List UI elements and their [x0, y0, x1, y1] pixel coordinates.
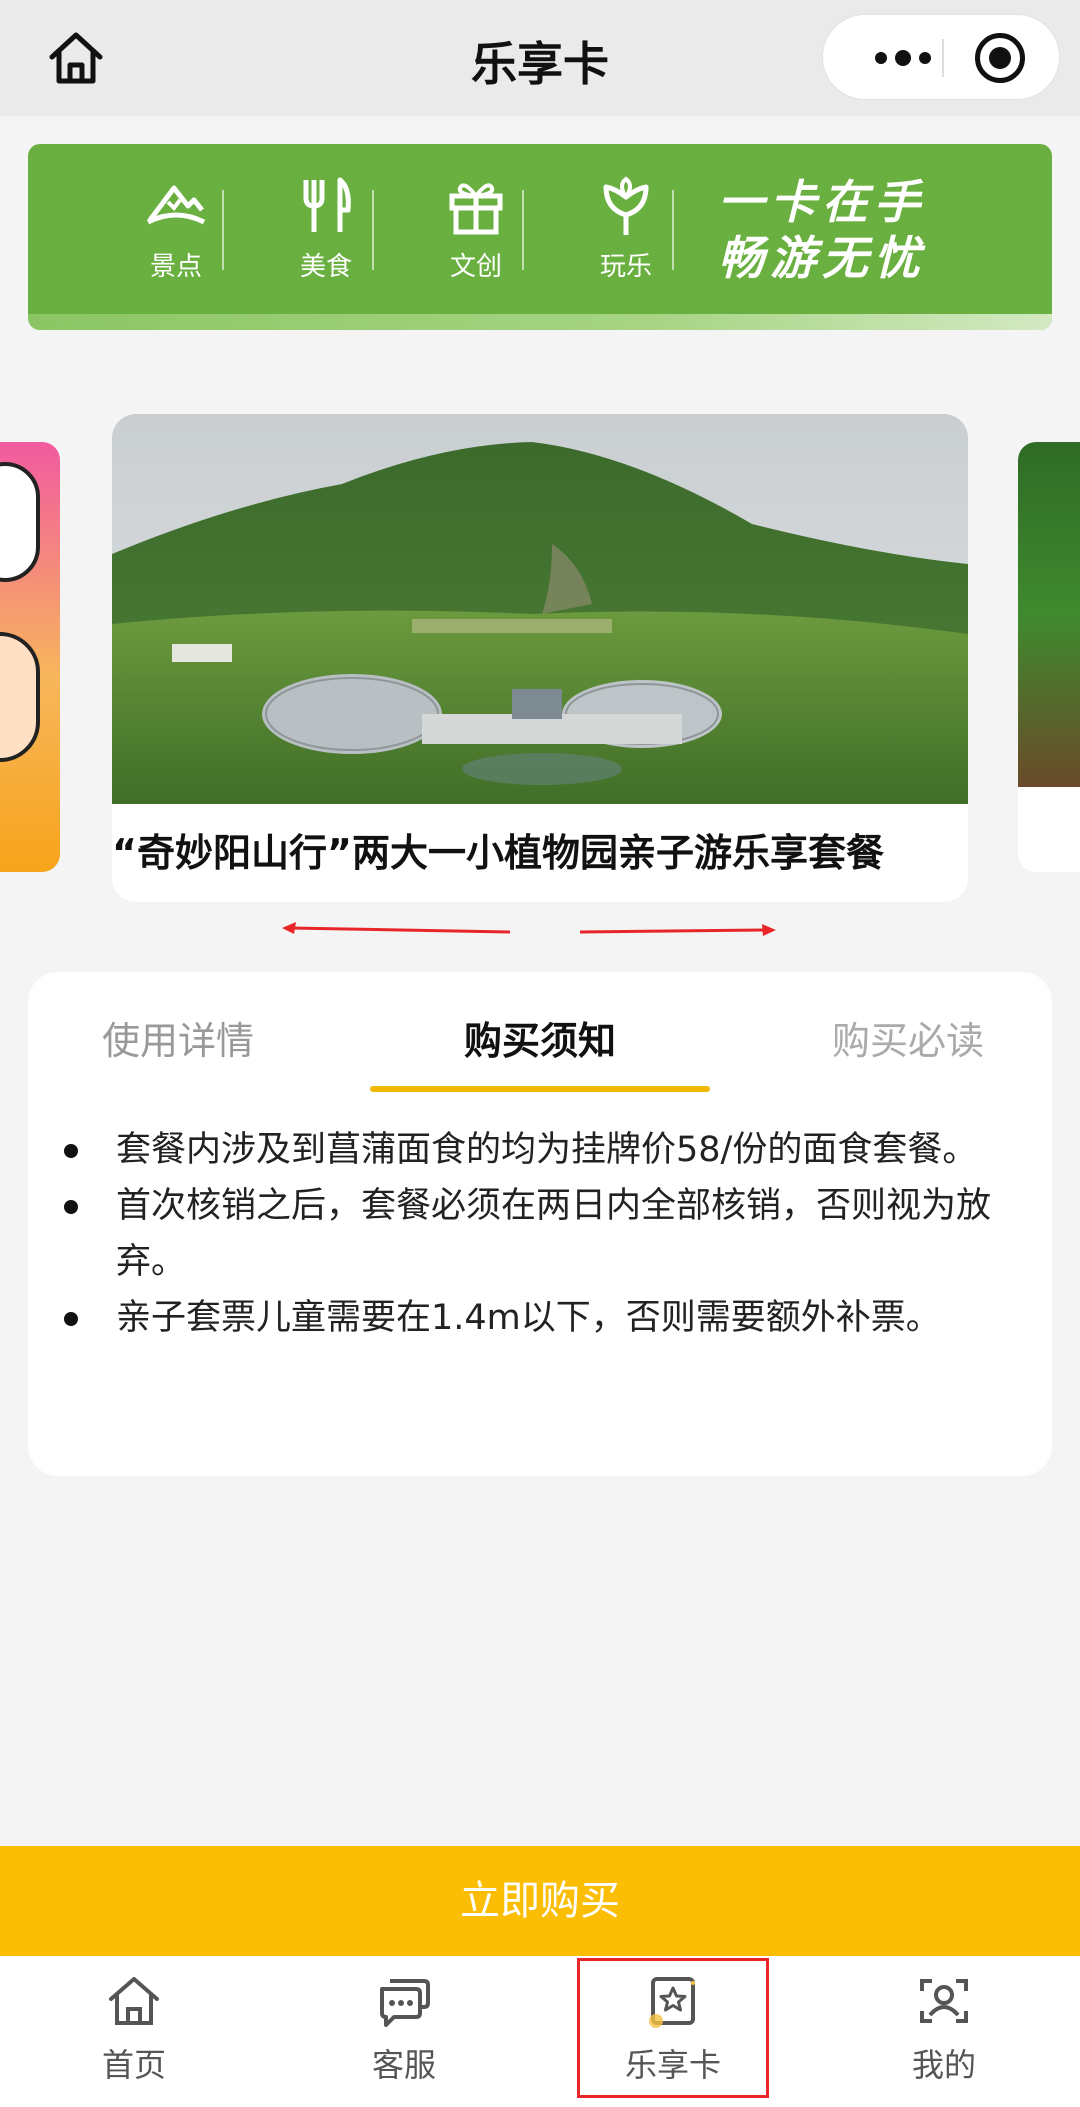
list-item: 套餐内涉及到菖蒲面食的均为挂牌价58/份的面食套餐。 — [64, 1122, 1046, 1178]
tab-label: 首页 — [101, 2046, 166, 2084]
buy-now-button[interactable]: 立即购买 — [0, 1846, 1080, 1956]
info-panel: 使用详情 购买须知 购买必读 套餐内涉及到菖蒲面食的均为挂牌价58/份的面食套餐… — [28, 972, 1052, 1476]
tab-label: 客服 — [371, 2046, 436, 2084]
slogan-line: 畅游无忧 — [718, 231, 926, 285]
category-label: 景点 — [149, 252, 202, 282]
divider — [522, 190, 524, 270]
botanical-garden-photo — [112, 414, 968, 804]
banner-strip — [28, 314, 1052, 330]
tab-must-read[interactable]: 购买必读 — [758, 1010, 1058, 1065]
tab-mine[interactable]: 我的 — [844, 1968, 1044, 2098]
tab-purchase-notice[interactable]: 购买须知 — [390, 1010, 690, 1065]
notice-list: 套餐内涉及到菖蒲面食的均为挂牌价58/份的面食套餐。 首次核销之后，套餐必须在两… — [64, 1122, 1046, 1346]
top-nav-bar: 乐享卡 — [0, 0, 1080, 116]
tulip-icon — [566, 174, 686, 238]
home-icon[interactable] — [40, 24, 112, 92]
slogan-line: 一卡在手 — [718, 175, 926, 229]
category-label: 美食 — [299, 252, 352, 282]
list-item: 首次核销之后，套餐必须在两日内全部核销，否则视为放弃。 — [64, 1178, 1046, 1290]
cartoon-figure — [0, 632, 40, 762]
tab-usage-details[interactable]: 使用详情 — [28, 1010, 328, 1065]
carousel-card-title: “奇妙阳山行”两大一小植物园亲子游乐享套餐 — [112, 831, 884, 875]
category-label: 玩乐 — [599, 252, 652, 282]
more-dots-icon[interactable] — [853, 37, 953, 79]
promo-banner: 景点 美食 文创 玩乐 一卡在手 畅游无忧 — [28, 144, 1052, 330]
bottom-tab-bar: 首页 客服 乐享卡 我的 — [0, 1956, 1080, 2107]
category-label: 文创 — [449, 252, 502, 282]
chat-icon — [304, 1968, 504, 2034]
tab-customer-service[interactable]: 客服 — [304, 1968, 504, 2098]
active-tab-highlight-box — [577, 1958, 769, 2098]
capsule-divider — [942, 39, 944, 77]
profile-icon — [844, 1968, 1044, 2034]
category-food[interactable]: 美食 — [266, 174, 386, 294]
active-tab-indicator — [370, 1086, 710, 1092]
cartoon-figure — [0, 462, 40, 582]
tree-photo — [1018, 442, 1080, 787]
fork-knife-icon — [266, 174, 386, 238]
home-icon — [34, 1968, 234, 2034]
divider — [672, 190, 674, 270]
category-scenic[interactable]: 景点 — [116, 174, 236, 294]
mini-program-capsule — [822, 14, 1060, 100]
divider — [222, 190, 224, 270]
target-circle-icon[interactable] — [975, 33, 1025, 83]
carousel-card-active[interactable]: “奇妙阳山行”两大一小植物园亲子游乐享套餐 — [112, 414, 968, 902]
mountain-icon — [116, 174, 236, 238]
list-item: 亲子套票儿童需要在1.4m以下，否则需要额外补票。 — [64, 1290, 1046, 1346]
tab-home[interactable]: 首页 — [34, 1968, 234, 2098]
carousel-card-prev[interactable] — [0, 442, 60, 872]
carousel-card-next[interactable] — [1018, 442, 1080, 872]
banner-slogan: 一卡在手 畅游无忧 — [718, 174, 1038, 286]
category-fun[interactable]: 玩乐 — [566, 174, 686, 294]
divider — [372, 190, 374, 270]
gift-icon — [416, 174, 536, 238]
tab-label: 我的 — [911, 2046, 976, 2084]
category-culture[interactable]: 文创 — [416, 174, 536, 294]
page-title: 乐享卡 — [471, 37, 609, 91]
swipe-arrows-icon — [282, 922, 776, 936]
